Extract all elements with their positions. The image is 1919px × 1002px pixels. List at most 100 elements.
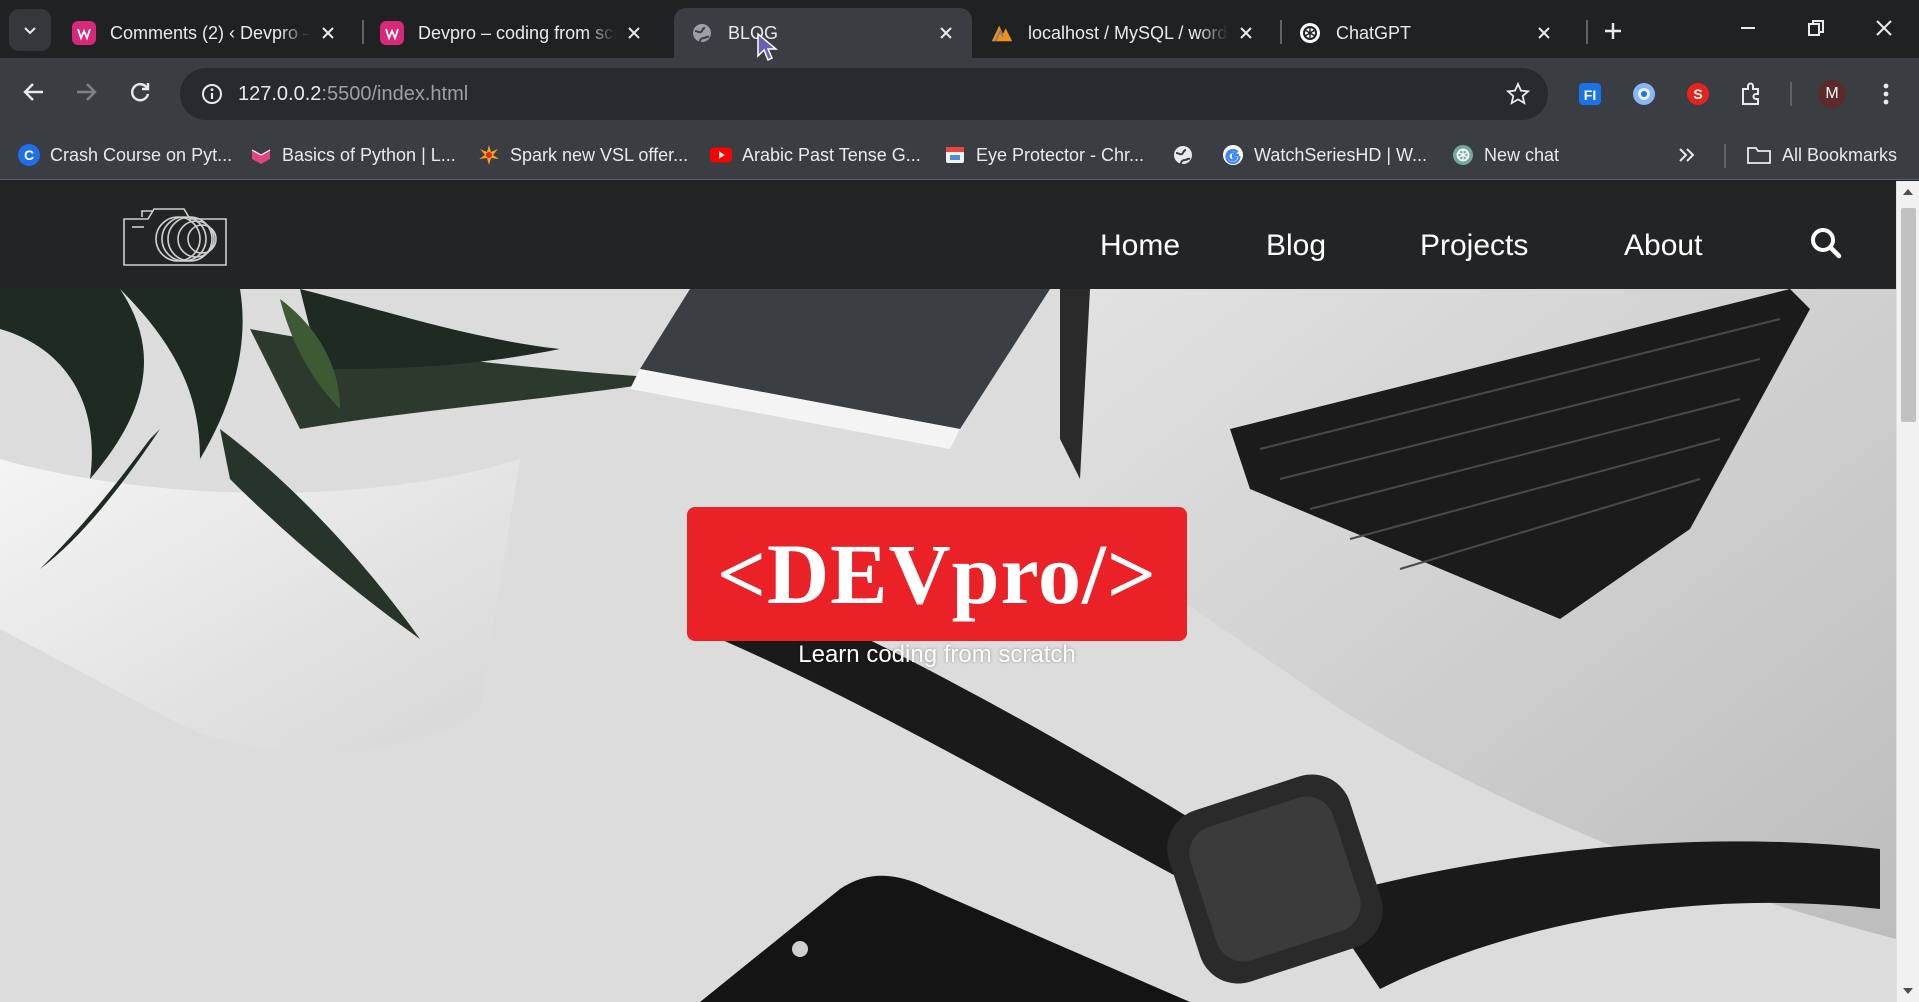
coursera-icon: C bbox=[18, 144, 40, 166]
chevron-down-icon bbox=[24, 27, 36, 35]
url-host: 127.0.0.2 bbox=[238, 82, 322, 105]
bookmark-label: New chat bbox=[1484, 144, 1560, 165]
new-tab-button[interactable] bbox=[1596, 14, 1630, 48]
extension-fi-icon[interactable]: FI bbox=[1570, 74, 1610, 114]
close-tab-icon[interactable] bbox=[1234, 21, 1258, 45]
plus-icon bbox=[1605, 23, 1621, 39]
bookmark-item[interactable]: Basics of Python | L... bbox=[250, 140, 456, 170]
bookmark-label: Basics of Python | L... bbox=[282, 144, 456, 165]
restore-icon bbox=[1808, 20, 1824, 36]
site-navbar: Home Blog Projects About bbox=[0, 181, 1896, 289]
site-search-icon[interactable] bbox=[1810, 227, 1842, 264]
close-tab-icon[interactable] bbox=[1532, 21, 1556, 45]
close-tab-icon[interactable] bbox=[316, 21, 340, 45]
bookmark-item[interactable]: WatchSeriesHD | W... bbox=[1222, 140, 1427, 170]
minimize-icon bbox=[1741, 27, 1755, 29]
more-vert-icon bbox=[1883, 83, 1889, 105]
url-path: :5500/index.html bbox=[321, 82, 469, 105]
close-tab-icon[interactable] bbox=[934, 21, 958, 45]
bookmark-item[interactable]: Arabic Past Tense G... bbox=[710, 140, 921, 170]
nav-blog-link[interactable]: Blog bbox=[1266, 229, 1326, 263]
profile-initial: M bbox=[1825, 85, 1839, 102]
phpmyadmin-icon bbox=[990, 21, 1014, 45]
scroll-up-arrow-icon[interactable] bbox=[1903, 189, 1913, 195]
google-icon bbox=[1222, 144, 1244, 166]
mouse-cursor-icon bbox=[757, 32, 778, 62]
tab-phpmyadmin[interactable]: localhost / MySQL / wordpress bbox=[974, 8, 1272, 58]
bookmarks-divider bbox=[1724, 144, 1726, 168]
tab-strip: Comments (2) ‹ Devpro — WordPress Devpro… bbox=[0, 0, 1919, 58]
tab-separator bbox=[1586, 20, 1588, 44]
scrollbar-thumb[interactable] bbox=[1901, 208, 1916, 422]
bookmark-label: Crash Course on Pyt... bbox=[50, 144, 233, 165]
address-bar[interactable]: 127.0.0.2:5500/index.html bbox=[180, 68, 1548, 120]
browser-toolbar: 127.0.0.2:5500/index.html FI S M bbox=[0, 58, 1919, 130]
scroll-down-arrow-icon[interactable] bbox=[1903, 988, 1913, 994]
brand-banner: <DEVpro/> bbox=[687, 507, 1187, 641]
camera-logo-icon[interactable] bbox=[118, 195, 234, 280]
all-bookmarks-label: All Bookmarks bbox=[1782, 144, 1898, 165]
arrow-left-icon bbox=[23, 83, 43, 101]
arrow-right-icon bbox=[77, 83, 97, 101]
forward-button[interactable] bbox=[64, 70, 108, 114]
hero-tagline: Learn coding from scratch bbox=[798, 641, 1076, 668]
bookmark-item[interactable]: Eye Protector - Chr... bbox=[944, 140, 1144, 170]
tab-chatgpt[interactable]: ChatGPT bbox=[1282, 8, 1570, 58]
tab-devpro[interactable]: Devpro – coding from scratch bbox=[364, 8, 660, 58]
bookmark-label: WatchSeriesHD | W... bbox=[1254, 144, 1428, 165]
browser-menu-button[interactable] bbox=[1866, 74, 1906, 114]
chatgpt-icon bbox=[1298, 21, 1322, 45]
globe-icon bbox=[1172, 144, 1194, 166]
svg-text:FI: FI bbox=[1584, 87, 1596, 103]
bookmark-item[interactable]: Spark new VSL offer... bbox=[478, 140, 688, 170]
bookmark-star-icon[interactable] bbox=[1504, 80, 1532, 108]
bookmark-label: Eye Protector - Chr... bbox=[976, 144, 1145, 165]
close-tab-icon[interactable] bbox=[622, 21, 646, 45]
close-window-button[interactable] bbox=[1856, 6, 1912, 50]
tab-blog[interactable]: BLOG bbox=[674, 8, 972, 58]
bookmark-item[interactable]: C Crash Course on Pyt... bbox=[18, 140, 232, 170]
eye-protector-icon bbox=[944, 144, 966, 166]
extensions-puzzle-icon[interactable] bbox=[1732, 74, 1772, 114]
tab-comments[interactable]: Comments (2) ‹ Devpro — WordPress bbox=[56, 8, 354, 58]
tab-title: Comments (2) ‹ Devpro — WordPress bbox=[110, 22, 310, 43]
extension-s-icon[interactable]: S bbox=[1678, 74, 1718, 114]
back-button[interactable] bbox=[12, 70, 56, 114]
more-bookmarks-button[interactable] bbox=[1676, 140, 1696, 170]
page-viewport: Home Blog Projects About <DEVpro/> Learn… bbox=[0, 181, 1896, 1002]
url-text[interactable]: 127.0.0.2:5500/index.html bbox=[238, 83, 468, 106]
hero-section: <DEVpro/> Learn coding from scratch bbox=[0, 289, 1896, 1002]
folder-icon bbox=[1746, 144, 1772, 166]
double-chevron-right-icon bbox=[1679, 148, 1695, 162]
extension-circle-icon[interactable] bbox=[1624, 74, 1664, 114]
nav-about-link[interactable]: About bbox=[1624, 229, 1702, 263]
all-bookmarks-button[interactable]: All Bookmarks bbox=[1746, 140, 1897, 170]
wordpress-icon bbox=[72, 21, 96, 45]
bookmark-label: Arabic Past Tense G... bbox=[742, 144, 921, 165]
tab-title: localhost / MySQL / wordpress bbox=[1028, 22, 1228, 43]
brand-title: <DEVpro/> bbox=[717, 526, 1157, 622]
spark-icon bbox=[478, 144, 500, 166]
page-scrollbar[interactable] bbox=[1896, 181, 1919, 1002]
tab-search-button[interactable] bbox=[9, 9, 51, 51]
svg-text:S: S bbox=[1693, 86, 1702, 102]
bookmark-item[interactable] bbox=[1172, 140, 1204, 170]
site-info-icon[interactable] bbox=[186, 68, 238, 120]
bookmark-label: Spark new VSL offer... bbox=[510, 144, 689, 165]
bookmarks-bar: C Crash Course on Pyt... Basics of Pytho… bbox=[0, 130, 1919, 180]
profile-avatar[interactable]: M bbox=[1812, 74, 1852, 114]
nav-projects-link[interactable]: Projects bbox=[1420, 229, 1528, 263]
globe-icon bbox=[690, 21, 714, 45]
restore-button[interactable] bbox=[1788, 6, 1844, 50]
close-icon bbox=[1876, 20, 1892, 36]
youtube-icon bbox=[710, 144, 732, 166]
minimize-button[interactable] bbox=[1720, 6, 1776, 50]
bookmark-item[interactable]: New chat bbox=[1452, 140, 1559, 170]
tab-title: Devpro – coding from scratch bbox=[418, 22, 616, 43]
reload-button[interactable] bbox=[118, 70, 162, 114]
chatgpt-icon bbox=[1452, 144, 1474, 166]
wordpress-icon bbox=[380, 21, 404, 45]
reload-icon bbox=[131, 83, 150, 102]
toolbar-divider bbox=[1790, 82, 1792, 106]
nav-home-link[interactable]: Home bbox=[1100, 229, 1180, 263]
